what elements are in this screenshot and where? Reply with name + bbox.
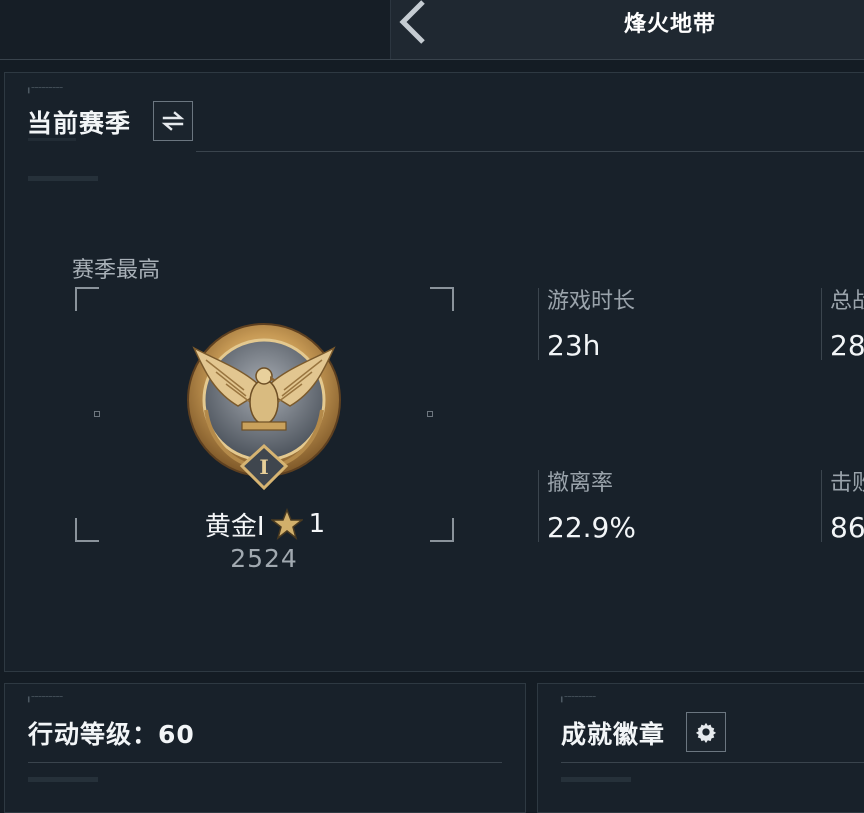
- star-icon: [270, 508, 303, 540]
- decor-microtext: ▌▔▔▔▔▔▔▔▔▔: [561, 697, 597, 703]
- current-season-card: [4, 72, 864, 672]
- top-bar: 烽火地带: [0, 0, 864, 60]
- stat-extraction-rate: 撤离率 22.9%: [538, 470, 636, 544]
- action-level-divider: [28, 762, 502, 763]
- swap-arrows-icon: [161, 111, 185, 131]
- rank-name: 黄金I: [204, 511, 265, 542]
- title-divider: [196, 151, 864, 152]
- achievements-title: 成就徽章: [561, 720, 666, 749]
- frame-corner: [430, 518, 454, 542]
- stat-label: 击败: [830, 471, 864, 496]
- frame-tick: [427, 411, 433, 417]
- back-button[interactable]: [395, 0, 435, 46]
- stat-play-time: 游戏时长 23h: [538, 288, 636, 362]
- top-bar-left-panel: [0, 0, 391, 60]
- stat-value: 23h: [547, 329, 601, 362]
- rank-display: 黄金I 1: [150, 506, 380, 542]
- gear-icon: [695, 722, 717, 743]
- gold-rank-badge-icon: I: [187, 323, 341, 491]
- achievements-divider: [561, 762, 864, 763]
- rank-score: 2524: [230, 544, 298, 573]
- stat-total-matches: 总战 28: [821, 288, 864, 360]
- stat-value: 28: [830, 329, 864, 361]
- chevron-left-icon: [399, 0, 425, 44]
- stat-kills: 击败 86: [821, 470, 864, 542]
- frame-corner: [75, 287, 99, 311]
- frame-corner: [430, 287, 454, 311]
- current-season-title: 当前赛季: [27, 109, 132, 138]
- top-bar-divider: [0, 59, 864, 60]
- season-switch-button[interactable]: [153, 101, 193, 141]
- decor-microtext: ▌▔▔▔▔▔▔▔▔▔: [28, 88, 64, 94]
- stat-value: 86: [830, 511, 864, 543]
- decor-bar: [28, 176, 98, 181]
- stat-value: 22.9%: [547, 511, 636, 544]
- stat-label: 撤离率: [547, 471, 614, 496]
- svg-text:I: I: [259, 455, 268, 479]
- rank-stars: 1: [308, 509, 326, 539]
- season-best-label: 赛季最高: [72, 258, 161, 283]
- decor-bar: [561, 777, 631, 782]
- stat-label: 总战: [830, 289, 864, 314]
- decor-bar: [28, 777, 98, 782]
- stat-label: 游戏时长: [547, 289, 636, 314]
- frame-corner: [75, 518, 99, 542]
- decor-microtext: ▌▔▔▔▔▔▔▔▔▔: [28, 697, 64, 703]
- action-level-title: 行动等级：60: [28, 720, 195, 749]
- page-title: 烽火地带: [623, 12, 716, 37]
- frame-tick: [94, 411, 100, 417]
- achievements-settings-button[interactable]: [686, 712, 726, 752]
